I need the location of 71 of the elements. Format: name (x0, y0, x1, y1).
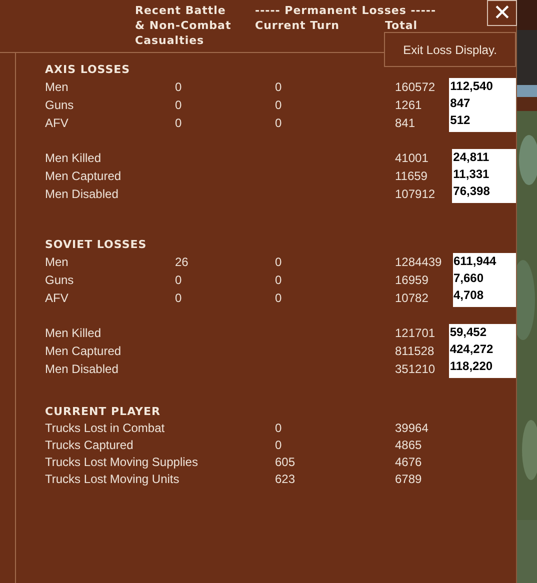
table-cell: 811528 (395, 344, 434, 358)
table-cell: 0 (275, 116, 282, 130)
annotation-number: 512 (450, 112, 472, 129)
table-cell-text: 605 (275, 454, 296, 471)
table-cell: 0 (175, 80, 182, 94)
table-cell: 0 (275, 273, 282, 287)
column-heading: ----- Permanent Losses ----- (255, 3, 436, 18)
row-label: Trucks Lost in Combat (45, 420, 166, 437)
row-label: Guns (45, 273, 74, 287)
row-label: Men Captured (45, 169, 122, 183)
column-heading: & Non-Combat (135, 18, 232, 33)
row-label: Men Disabled (45, 187, 118, 201)
table-cell-text: 0 (275, 437, 283, 454)
table-cell: 0 (175, 98, 182, 112)
table-cell: 11659 (395, 169, 428, 183)
annotation-number: 11,331 (453, 166, 490, 183)
close-button[interactable]: ✕ (487, 0, 517, 26)
section-title: CURRENT PLAYER (45, 404, 162, 420)
table-cell: 26 (175, 255, 188, 269)
table-cell-text: 623 (275, 471, 296, 488)
row-label: Guns (45, 98, 74, 112)
table-cell: 841 (395, 116, 416, 130)
annotation-number: 424,272 (450, 341, 494, 358)
row-label: Men Disabled (45, 362, 118, 376)
row-label: Trucks Lost Moving Supplies (45, 454, 199, 471)
annotation-number: 59,452 (450, 324, 488, 341)
table-cell: 107912 (395, 187, 436, 201)
table-cell: 160572 (395, 80, 436, 94)
annotation-number: 7,660 (454, 270, 485, 287)
table-cell-text: 4676 (395, 454, 423, 471)
annotation-number: 76,398 (453, 183, 491, 200)
table-cell: 0 (275, 98, 282, 112)
table-cell: 0 (175, 116, 182, 130)
table-cell: 0 (275, 291, 282, 305)
table-cell-text: 0 (275, 420, 283, 437)
table-cell: 1284439 (395, 255, 442, 269)
annotation-number: 847 (450, 95, 472, 112)
table-cell: 41001 (395, 151, 428, 165)
tooltip-text: Exit Loss Display. (403, 42, 497, 56)
table-cell: 351210 (395, 362, 436, 376)
table-cell: 0 (175, 273, 182, 287)
annotation-number: 4,708 (454, 287, 485, 304)
table-cell-text: 39964 (395, 420, 430, 437)
section-title: SOVIET LOSSES (45, 237, 148, 253)
table-cell: 10782 (395, 291, 428, 305)
row-label: Trucks Captured (45, 437, 134, 454)
column-heading: Recent Battle (135, 3, 226, 18)
row-label: AFV (45, 291, 68, 305)
row-label: Men Killed (45, 326, 102, 340)
table-cell: 0 (275, 255, 282, 269)
table-cell: 16959 (395, 273, 428, 287)
column-heading: Casualties (135, 33, 204, 48)
table-cell-text: 4865 (395, 437, 423, 454)
annotation-number: 118,220 (450, 358, 494, 375)
table-cell: 121701 (395, 326, 436, 340)
section-title: AXIS LOSSES (45, 62, 132, 78)
table-cell: 1261 (395, 98, 422, 112)
row-label: Men (45, 255, 68, 269)
table-cell-text: 6789 (395, 471, 423, 488)
table-cell: 0 (175, 291, 182, 305)
row-label: Men Captured (45, 344, 122, 358)
row-label: Men Killed (45, 151, 102, 165)
row-label: Trucks Lost Moving Units (45, 471, 180, 488)
annotation-number: 611,944 (454, 253, 498, 270)
column-heading: Current Turn (255, 18, 340, 33)
column-heading: Total (385, 18, 418, 33)
annotation-number: 112,540 (450, 78, 494, 95)
annotation-number: 24,811 (453, 149, 490, 166)
table-cell: 0 (275, 80, 282, 94)
row-label: Men (45, 80, 68, 94)
row-label: AFV (45, 116, 68, 130)
